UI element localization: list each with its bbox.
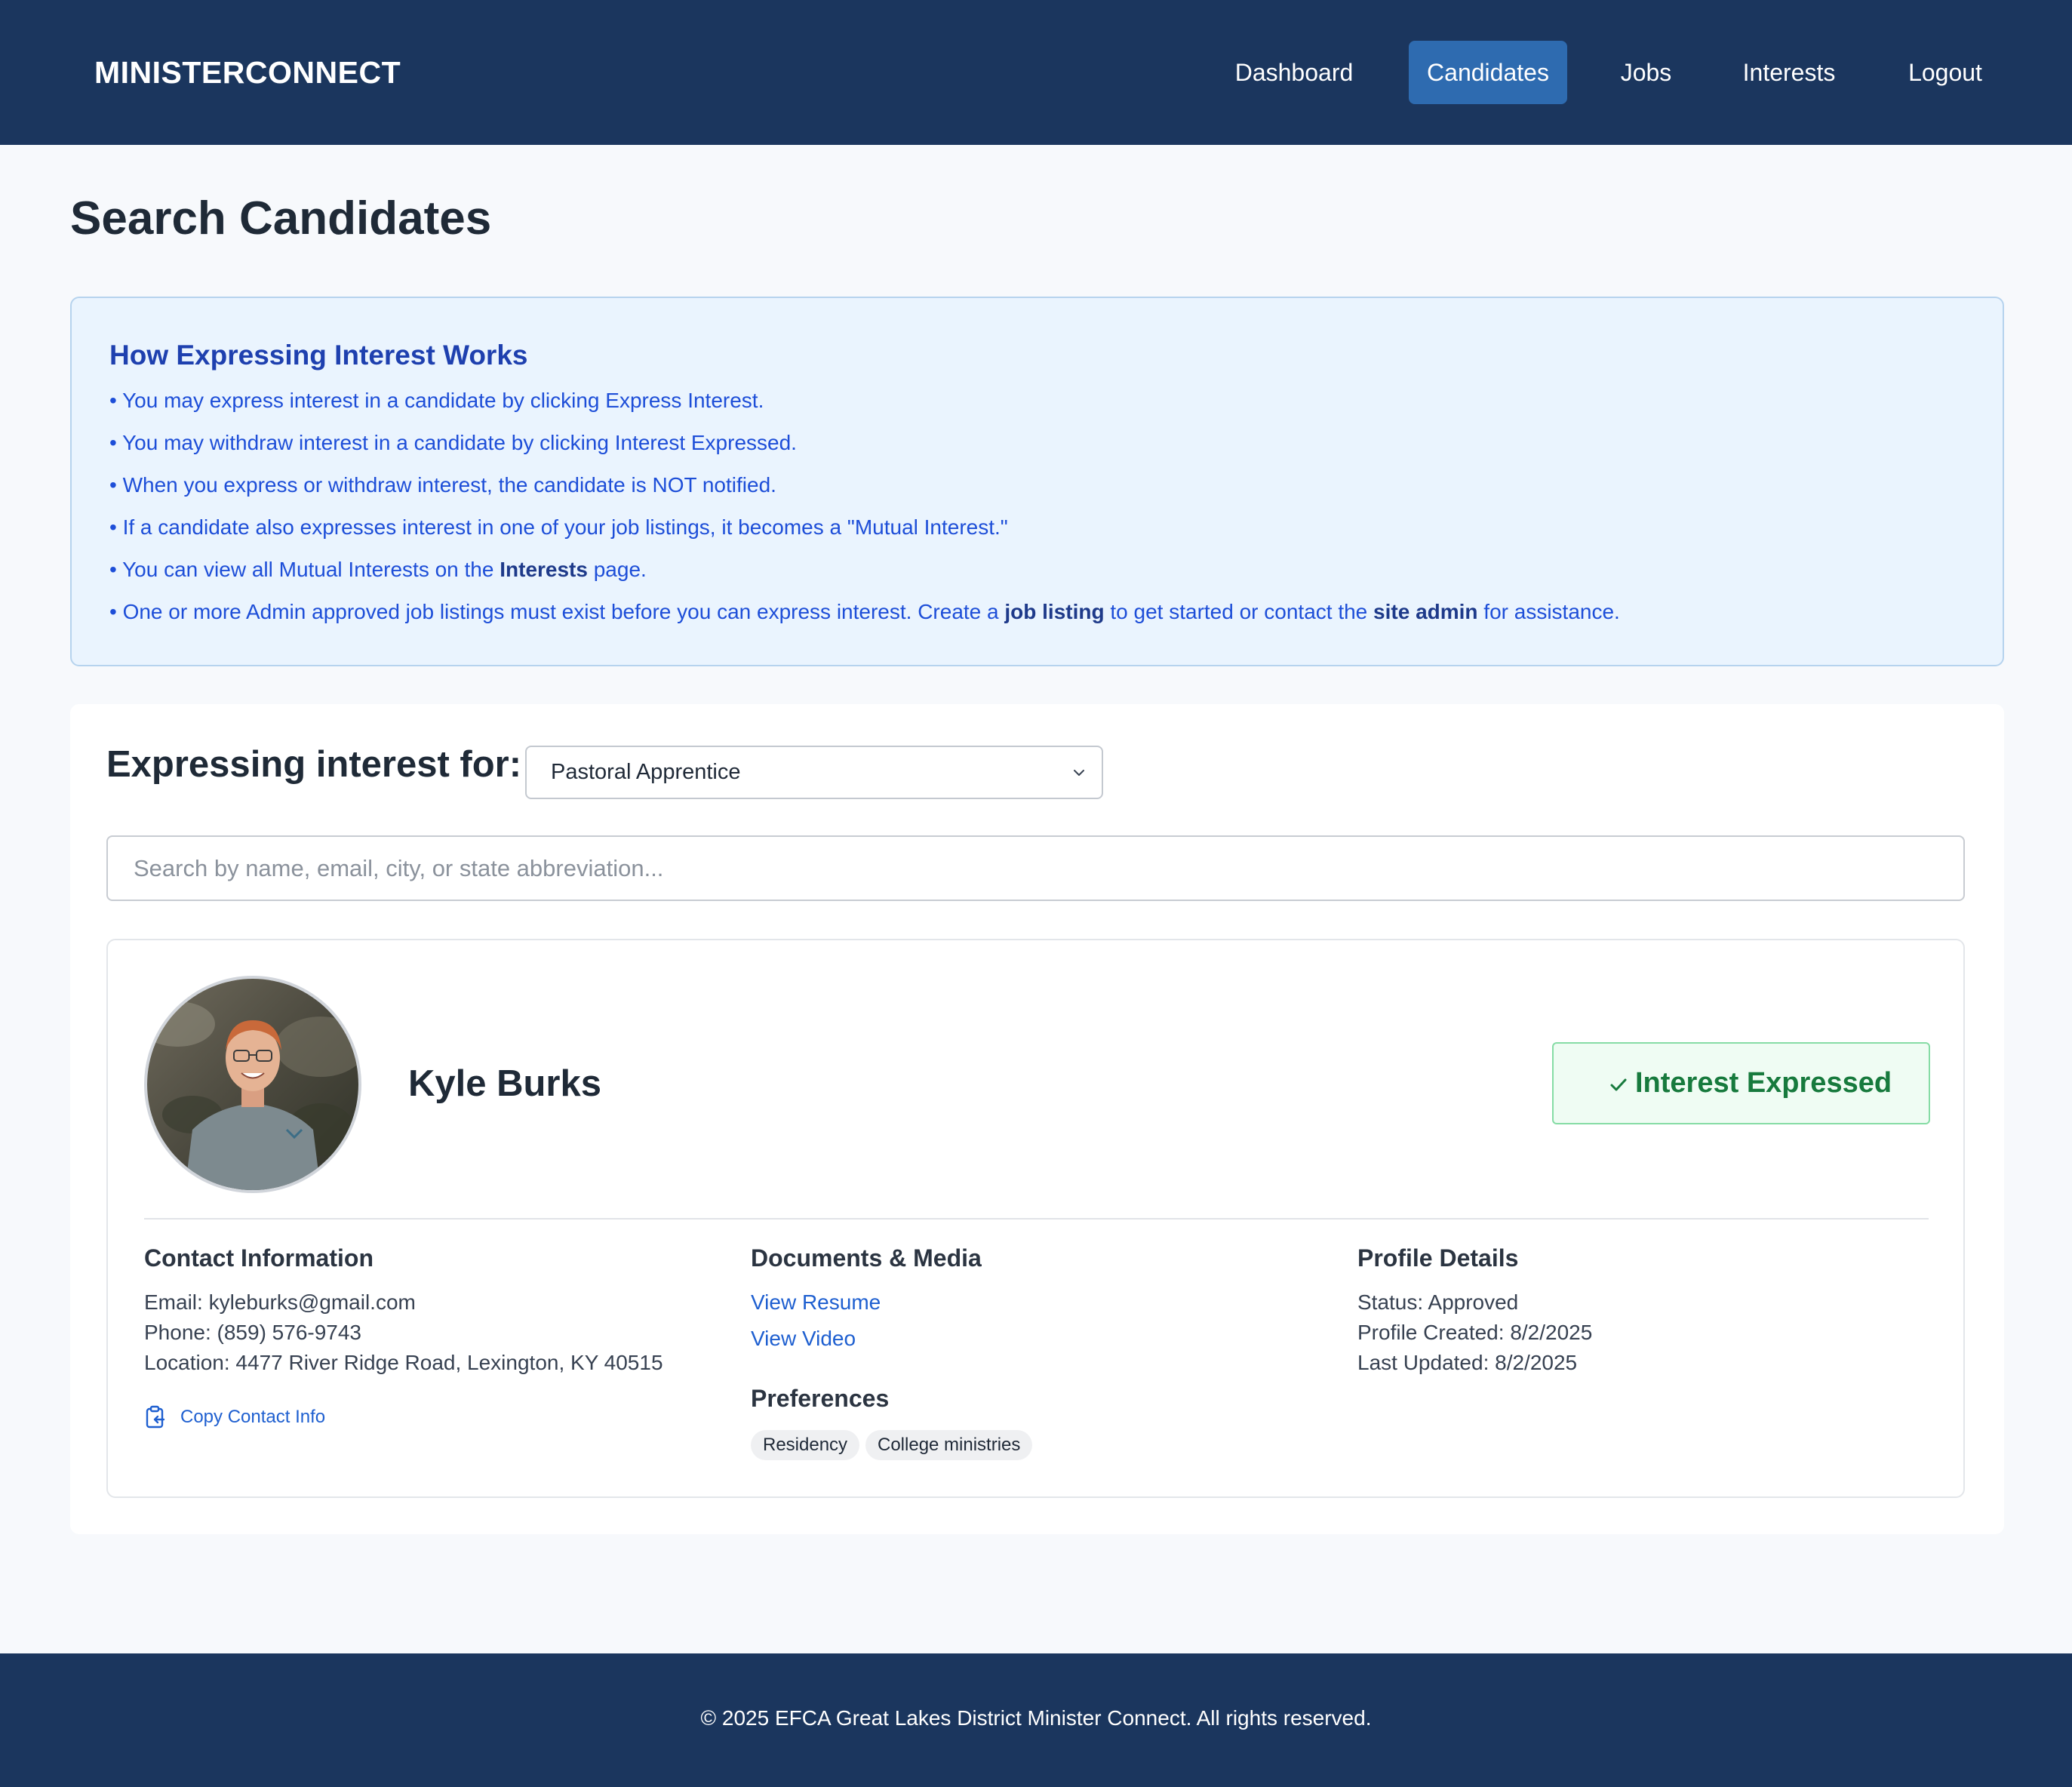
- documents-title: Documents & Media: [751, 1244, 982, 1272]
- selected-job: Pastoral Apprentice: [551, 760, 741, 784]
- search-placeholder: Search by name, email, city, or state ab…: [134, 855, 664, 881]
- profile-last-updated: Last Updated: 8/2/2025: [1357, 1351, 1578, 1374]
- candidate-search-input[interactable]: Search by name, email, city, or state ab…: [106, 835, 1965, 901]
- expressing-interest-label: Expressing interest for:: [106, 744, 522, 785]
- clipboard-icon: [146, 1405, 165, 1429]
- profile-details-title: Profile Details: [1357, 1244, 1519, 1272]
- contact-info-title: Contact Information: [144, 1244, 374, 1272]
- interests-page-link[interactable]: Interests: [500, 558, 588, 581]
- candidate-avatar: [144, 976, 361, 1193]
- info-line: • You may withdraw interest in a candida…: [109, 431, 797, 454]
- brand-logo[interactable]: MINISTERCONNECT: [94, 53, 401, 92]
- view-video-link[interactable]: View Video: [751, 1324, 856, 1353]
- nav-jobs[interactable]: Jobs: [1603, 41, 1689, 104]
- site-admin-link[interactable]: site admin: [1373, 600, 1477, 623]
- profile-created: Profile Created: 8/2/2025: [1357, 1321, 1593, 1344]
- info-text: • You can view all Mutual Interests on t…: [109, 558, 500, 581]
- preference-tag: Residency: [751, 1430, 860, 1460]
- job-listing-link[interactable]: job listing: [1004, 600, 1104, 623]
- footer: © 2025 EFCA Great Lakes District Ministe…: [0, 1653, 2072, 1787]
- view-resume-link[interactable]: View Resume: [751, 1288, 881, 1317]
- chevron-down-icon: [1074, 770, 1084, 776]
- nav-interests[interactable]: Interests: [1732, 41, 1846, 104]
- candidate-name: Kyle Burks: [408, 1063, 602, 1104]
- candidate-card: Kyle Burks Interest Expressed Contact In…: [106, 939, 1965, 1498]
- preferences-title: Preferences: [751, 1385, 890, 1412]
- job-select-dropdown[interactable]: Pastoral Apprentice: [525, 746, 1103, 799]
- info-line: • When you express or withdraw interest,…: [109, 473, 776, 497]
- contact-location: Location: 4477 River Ridge Road, Lexingt…: [144, 1351, 663, 1374]
- interest-expressed-button[interactable]: Interest Expressed: [1552, 1042, 1930, 1124]
- contact-email: Email: kyleburks@gmail.com: [144, 1290, 416, 1314]
- copy-contact-info-label: Copy Contact Info: [180, 1407, 326, 1427]
- info-text: • One or more Admin approved job listing…: [109, 600, 1005, 623]
- info-box: How Expressing Interest Works • You may …: [70, 297, 2004, 666]
- candidates-panel: Expressing interest for: Pastoral Appren…: [70, 704, 2004, 1534]
- info-line: • You may express interest in a candidat…: [109, 389, 764, 412]
- info-title: How Expressing Interest Works: [109, 340, 528, 371]
- nav-candidates[interactable]: Candidates: [1409, 41, 1567, 104]
- nav-logout[interactable]: Logout: [1896, 41, 1994, 104]
- checkmark-icon: [1610, 1078, 1627, 1091]
- avatar-photo: [147, 979, 358, 1190]
- top-navbar: MINISTERCONNECT Dashboard Candidates Job…: [0, 0, 2072, 145]
- interest-button-label: Interest Expressed: [1635, 1067, 1892, 1099]
- info-line: • If a candidate also expresses interest…: [109, 515, 1008, 539]
- divider: [144, 1218, 1929, 1220]
- info-line: • One or more Admin approved job listing…: [109, 598, 1620, 626]
- contact-phone: Phone: (859) 576-9743: [144, 1321, 361, 1344]
- footer-copyright: © 2025 EFCA Great Lakes District Ministe…: [700, 1706, 1372, 1730]
- info-text: page.: [587, 558, 647, 581]
- info-text: to get started or contact the: [1104, 600, 1374, 623]
- preference-tag: College ministries: [865, 1430, 1033, 1460]
- info-text: for assistance.: [1477, 600, 1620, 623]
- profile-status: Status: Approved: [1357, 1290, 1519, 1314]
- page-title: Search Candidates: [70, 192, 492, 245]
- info-line: • You can view all Mutual Interests on t…: [109, 556, 647, 583]
- nav-dashboard[interactable]: Dashboard: [1219, 41, 1370, 104]
